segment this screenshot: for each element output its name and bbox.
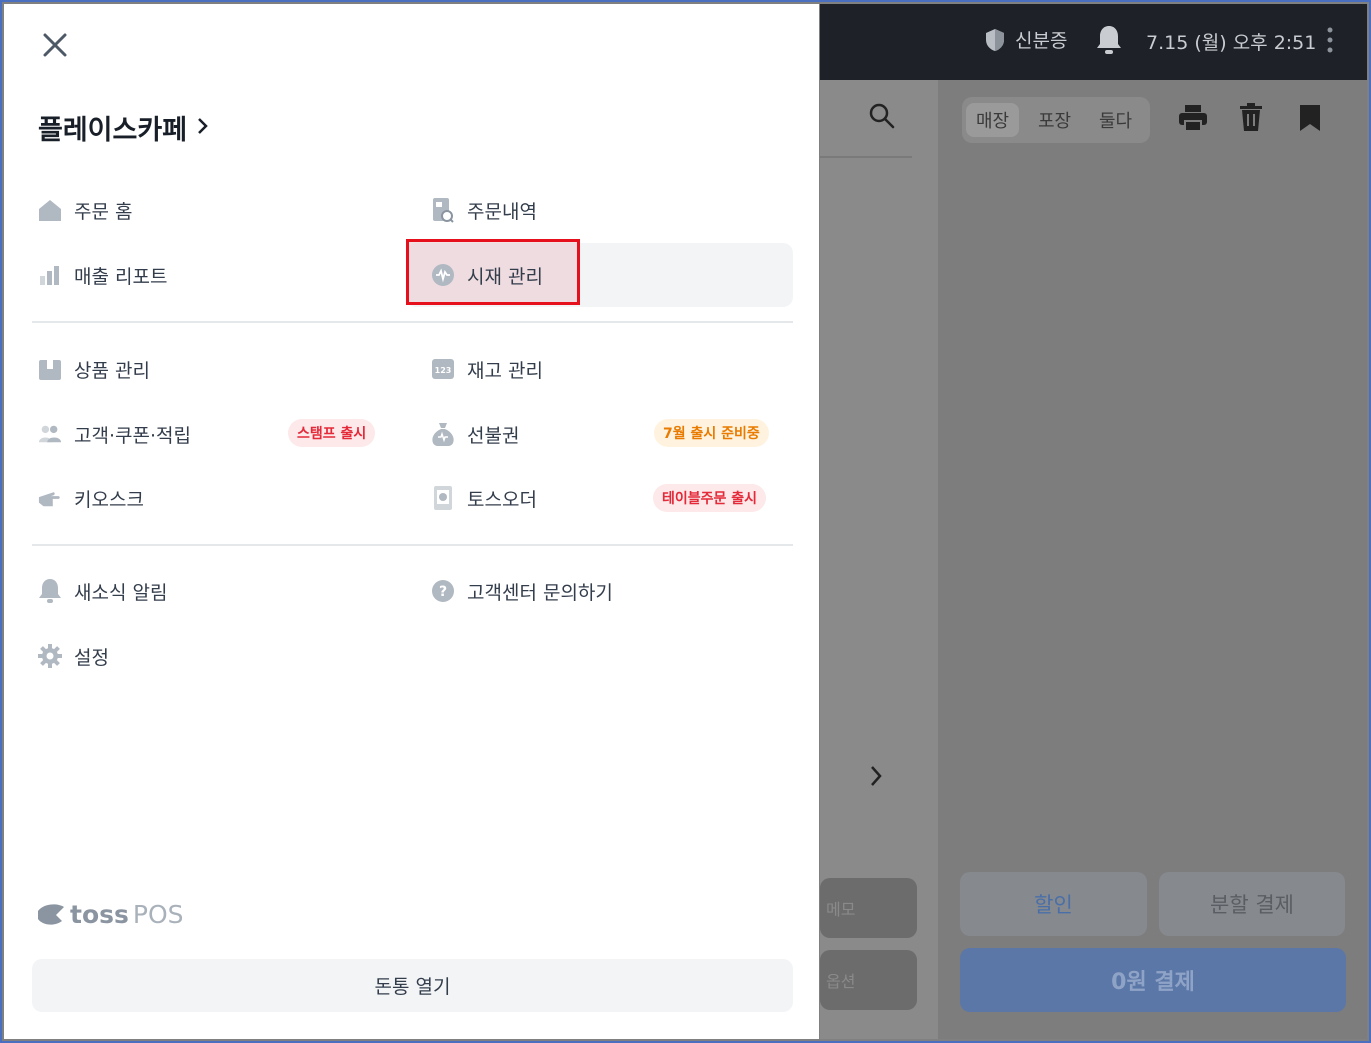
datetime: 7.15 (월) 오후 2:51 — [1146, 32, 1317, 54]
printer-icon[interactable] — [1178, 104, 1208, 136]
menu-label: 주문내역 — [467, 200, 537, 223]
product-panel: 메모 옵션 — [820, 80, 938, 1039]
menu-cash-management[interactable]: 시재 관리 — [431, 255, 543, 295]
receipt-search-icon — [431, 198, 455, 223]
menu-label: 시재 관리 — [467, 265, 543, 288]
more-menu-button[interactable] — [1326, 26, 1334, 59]
menu-label: 선불권 — [467, 424, 520, 447]
menu-notifications[interactable]: 새소식 알림 — [38, 571, 167, 611]
menu-label: 고객·쿠폰·적립 — [74, 424, 191, 447]
more-vertical-icon — [1326, 26, 1334, 59]
svg-text:?: ? — [439, 584, 447, 600]
memo-button[interactable]: 메모 — [820, 878, 917, 938]
menu-label: 새소식 알림 — [74, 581, 168, 604]
menu-label: 설정 — [74, 646, 109, 669]
discount-button[interactable]: 할인 — [960, 872, 1147, 936]
people-icon — [38, 422, 62, 446]
home-icon — [38, 198, 62, 222]
id-label: 신분증 — [1015, 30, 1068, 52]
logo-product: POS — [132, 900, 184, 929]
menu-label: 매출 리포트 — [74, 265, 168, 288]
bar-chart-icon — [38, 263, 62, 287]
question-icon: ? — [431, 579, 455, 603]
menu-label: 키오스크 — [74, 488, 144, 511]
side-drawer: 플레이스카페 주문 홈 주문내역 매출 리포트 시재 관리 상품 관리 123 … — [4, 4, 819, 1039]
bell-icon — [38, 579, 62, 603]
tab-both[interactable]: 둘다 — [1099, 107, 1132, 133]
order-panel: 매장 포장 둘다 할인 분할 결제 0원 결제 — [938, 80, 1367, 1039]
split-pay-button[interactable]: 분할 결제 — [1159, 872, 1345, 936]
order-type-tabs: 매장 포장 둘다 — [962, 97, 1150, 143]
bookmark-icon[interactable] — [1298, 104, 1322, 136]
close-icon — [42, 27, 68, 67]
menu-support[interactable]: ? 고객센터 문의하기 — [431, 571, 613, 611]
tab-dine-in[interactable]: 매장 — [966, 103, 1020, 137]
pointer-hand-icon — [38, 486, 62, 510]
logo-brand: toss — [70, 900, 129, 929]
menu-order-home[interactable]: 주문 홈 — [38, 190, 132, 230]
toss-pos-logo: toss POS — [36, 900, 184, 929]
tab-takeout[interactable]: 포장 — [1038, 107, 1071, 133]
bell-icon — [1095, 24, 1123, 61]
menu-inventory-management[interactable]: 123 재고 관리 — [431, 349, 543, 389]
search-icon[interactable] — [868, 102, 896, 134]
store-name: 플레이스카페 — [38, 115, 188, 146]
pay-button[interactable]: 0원 결제 — [960, 948, 1346, 1012]
svg-text:123: 123 — [435, 366, 452, 375]
open-cash-drawer-button[interactable]: 돈통 열기 — [32, 959, 793, 1012]
toss-logo-mark — [38, 903, 64, 925]
menu-label: 고객센터 문의하기 — [467, 581, 613, 604]
menu-product-management[interactable]: 상품 관리 — [38, 349, 150, 389]
menu-kiosk[interactable]: 키오스크 — [38, 478, 144, 518]
divider — [32, 544, 793, 546]
cash-wave-icon — [431, 263, 455, 287]
box-icon — [38, 357, 62, 381]
store-selector[interactable]: 플레이스카페 — [38, 108, 209, 147]
coming-soon-badge: 7월 출시 준비중 — [654, 419, 769, 447]
menu-label: 토스오더 — [467, 488, 537, 511]
number-icon: 123 — [431, 357, 455, 381]
menu-order-history[interactable]: 주문내역 — [431, 190, 537, 230]
menu-label: 주문 홈 — [74, 200, 133, 223]
menu-settings[interactable]: 설정 — [38, 636, 109, 676]
divider — [32, 321, 793, 323]
chevron-right-icon — [197, 112, 209, 143]
menu-label: 재고 관리 — [467, 359, 543, 382]
table-order-badge: 테이블주문 출시 — [653, 484, 767, 512]
menu-sales-report[interactable]: 매출 리포트 — [38, 255, 167, 295]
menu-toss-order[interactable]: 토스오더 — [431, 478, 537, 518]
money-bag-icon — [431, 422, 455, 446]
category-bar — [820, 80, 912, 158]
gear-icon — [38, 644, 62, 668]
chevron-right-icon[interactable] — [868, 764, 884, 792]
menu-label: 상품 관리 — [74, 359, 150, 382]
menu-gift-card[interactable]: 선불권 — [431, 414, 519, 454]
notification-button[interactable] — [1095, 24, 1123, 61]
menu-customers[interactable]: 고객·쿠폰·적립 — [38, 414, 191, 454]
stamp-badge: 스탬프 출시 — [288, 419, 376, 447]
top-bar: 신분증 7.15 (월) 오후 2:51 — [820, 4, 1367, 80]
shield-icon — [983, 28, 1007, 52]
tablet-icon — [431, 486, 455, 510]
trash-icon[interactable] — [1238, 102, 1264, 136]
close-button[interactable] — [40, 32, 70, 62]
id-verification-button[interactable]: 신분증 — [983, 26, 1067, 53]
option-button[interactable]: 옵션 — [820, 950, 917, 1010]
